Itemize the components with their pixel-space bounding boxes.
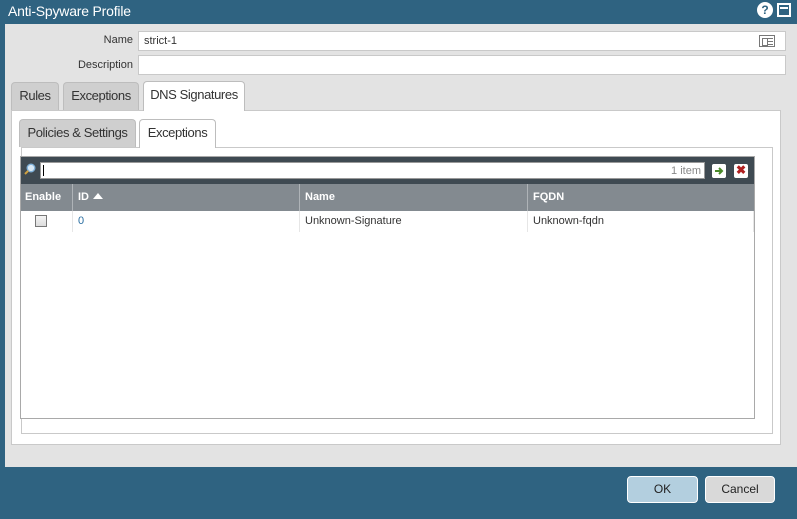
- subtab-policies-settings[interactable]: Policies & Settings: [19, 119, 136, 147]
- grid-header: Enable ID Name FQDN: [21, 184, 754, 211]
- search-input[interactable]: 1 item: [40, 162, 705, 179]
- name-value: strict-1: [144, 35, 177, 47]
- description-label: Description: [77, 59, 133, 71]
- name-options-icon[interactable]: [759, 35, 775, 47]
- text-caret: [43, 165, 44, 176]
- grid-toolbar: 1 item ✖: [21, 157, 754, 184]
- maximize-icon[interactable]: [777, 3, 791, 17]
- enable-cell: [21, 211, 73, 232]
- go-arrow-icon[interactable]: [712, 164, 726, 178]
- item-count: 1 item: [671, 165, 701, 177]
- window-title: Anti-Spyware Profile: [8, 3, 131, 19]
- enable-checkbox[interactable]: [35, 215, 47, 227]
- column-header-id[interactable]: ID: [73, 184, 300, 211]
- window-titlebar: Anti-Spyware Profile ?: [0, 0, 797, 24]
- id-link[interactable]: 0: [78, 215, 84, 227]
- tab-dns-signatures[interactable]: DNS Signatures: [143, 81, 245, 111]
- tab-rules[interactable]: Rules: [11, 82, 59, 110]
- description-field[interactable]: [138, 55, 786, 75]
- help-icon[interactable]: ?: [757, 2, 773, 18]
- column-header-id-label: ID: [78, 191, 89, 203]
- name-cell: Unknown-Signature: [300, 211, 528, 232]
- column-header-fqdn[interactable]: FQDN: [528, 184, 754, 211]
- sort-ascending-icon: [93, 193, 103, 199]
- dialog-footer: OK Cancel: [0, 467, 797, 519]
- table-row[interactable]: 0 Unknown-Signature Unknown-fqdn: [21, 211, 754, 232]
- column-header-name[interactable]: Name: [300, 184, 528, 211]
- clear-filter-icon[interactable]: ✖: [734, 164, 748, 178]
- tab-exceptions[interactable]: Exceptions: [63, 82, 139, 110]
- column-header-enable[interactable]: Enable: [21, 184, 73, 211]
- cancel-button[interactable]: Cancel: [705, 476, 775, 503]
- ok-button[interactable]: OK: [627, 476, 698, 503]
- id-cell: 0: [73, 211, 300, 232]
- name-label: Name: [103, 34, 133, 46]
- search-icon: [24, 163, 36, 175]
- exceptions-grid: 1 item ✖ Enable ID Name FQDN 0 Unknown-S…: [20, 156, 755, 419]
- fqdn-cell: Unknown-fqdn: [528, 211, 754, 232]
- name-field[interactable]: strict-1: [138, 31, 786, 51]
- subtab-exceptions[interactable]: Exceptions: [139, 119, 216, 148]
